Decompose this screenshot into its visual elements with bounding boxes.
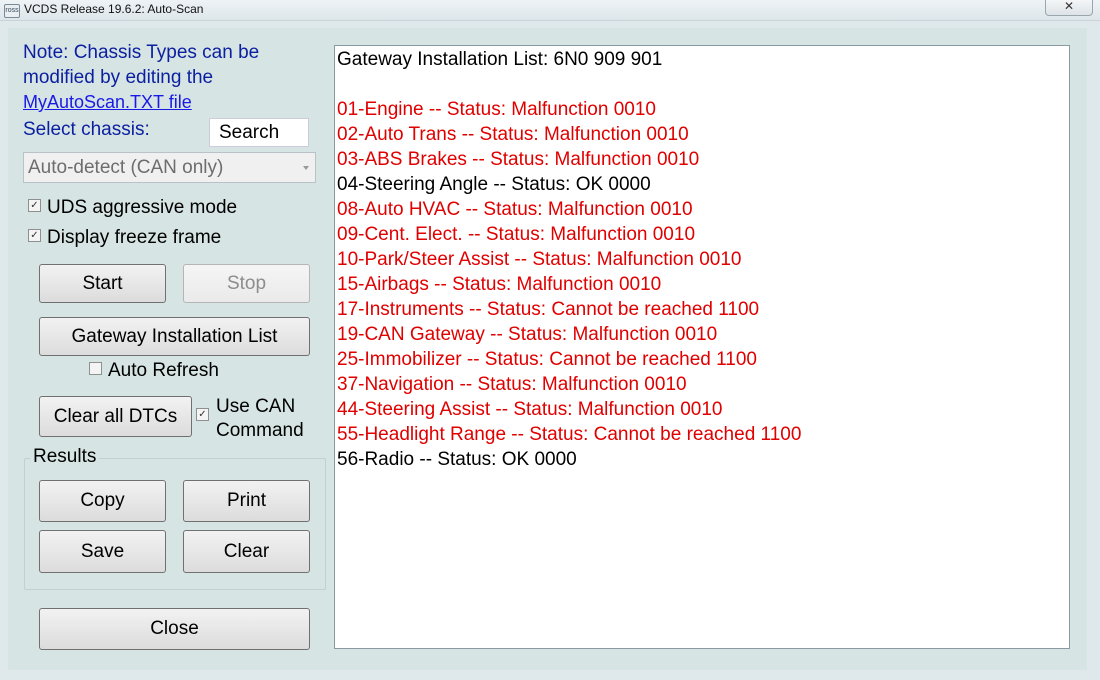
freeze-frame-checkbox[interactable]: ✓ <box>28 229 41 243</box>
chassis-select-value: Auto-detect (CAN only) <box>28 157 224 178</box>
chassis-select[interactable]: Auto-detect (CAN only) <box>23 152 316 183</box>
result-line: 19-CAN Gateway -- Status: Malfunction 00… <box>337 324 718 345</box>
result-line: 09-Cent. Elect. -- Status: Malfunction 0… <box>337 224 696 245</box>
gateway-installation-list-button[interactable]: Gateway Installation List <box>39 317 310 356</box>
use-can-line-1: Use CAN <box>216 396 296 417</box>
results-group-title: Results <box>30 446 100 468</box>
auto-refresh-label: Auto Refresh <box>108 360 219 381</box>
window-title: VCDS Release 19.6.2: Auto-Scan <box>24 2 204 16</box>
search-input[interactable]: Search <box>209 118 309 147</box>
myautoscan-link[interactable]: MyAutoScan.TXT file <box>23 92 192 113</box>
start-button[interactable]: Start <box>39 264 166 303</box>
freeze-frame-row[interactable]: ✓ Display freeze frame <box>28 227 221 249</box>
result-line: 37-Navigation -- Status: Malfunction 001… <box>337 374 687 395</box>
result-line: 01-Engine -- Status: Malfunction 0010 <box>337 99 656 120</box>
clear-all-dtcs-button[interactable]: Clear all DTCs <box>39 396 192 437</box>
uds-aggressive-label: UDS aggressive mode <box>47 197 238 218</box>
chevron-down-icon <box>303 166 309 170</box>
result-line: 17-Instruments -- Status: Cannot be reac… <box>337 299 760 320</box>
uds-aggressive-checkbox[interactable]: ✓ <box>28 199 41 213</box>
use-can-line-2: Command <box>216 420 304 441</box>
save-button[interactable]: Save <box>39 530 166 573</box>
copy-button[interactable]: Copy <box>39 480 166 522</box>
result-line: 56-Radio -- Status: OK 0000 <box>337 449 577 470</box>
title-bar: ross VCDS Release 19.6.2: Auto-Scan ✕ <box>0 0 1100 21</box>
use-can-checkbox[interactable]: ✓ <box>196 408 209 422</box>
result-line: 02-Auto Trans -- Status: Malfunction 001… <box>337 124 689 145</box>
results-header: Gateway Installation List: 6N0 909 901 <box>337 49 663 70</box>
result-line: 15-Airbags -- Status: Malfunction 0010 <box>337 274 662 295</box>
chassis-note: Note: Chassis Types can be modified by e… <box>23 40 323 90</box>
result-line: 03-ABS Brakes -- Status: Malfunction 001… <box>337 149 700 170</box>
result-line: 04-Steering Angle -- Status: OK 0000 <box>337 174 651 195</box>
window-edge <box>1087 28 1100 680</box>
stop-button[interactable]: Stop <box>183 264 310 303</box>
print-button[interactable]: Print <box>183 480 310 522</box>
result-line: 25-Immobilizer -- Status: Cannot be reac… <box>337 349 757 370</box>
window-close-button[interactable]: ✕ <box>1045 0 1093 16</box>
result-line: 08-Auto HVAC -- Status: Malfunction 0010 <box>337 199 693 220</box>
note-line-2: modified by editing the <box>23 67 214 88</box>
result-line: 44-Steering Assist -- Status: Malfunctio… <box>337 399 723 420</box>
select-chassis-label: Select chassis: <box>23 119 150 140</box>
use-can-label: Use CAN Command <box>216 395 304 443</box>
uds-aggressive-row[interactable]: ✓ UDS aggressive mode <box>28 197 237 219</box>
clear-button[interactable]: Clear <box>183 530 310 573</box>
auto-refresh-checkbox[interactable] <box>89 362 102 376</box>
use-can-checkbox-wrap[interactable]: ✓ <box>196 408 215 426</box>
freeze-frame-label: Display freeze frame <box>47 227 222 248</box>
result-line: 10-Park/Steer Assist -- Status: Malfunct… <box>337 249 742 270</box>
result-line: 55-Headlight Range -- Status: Cannot be … <box>337 424 802 445</box>
close-button[interactable]: Close <box>39 608 310 650</box>
note-line-1: Note: Chassis Types can be <box>23 42 260 63</box>
auto-refresh-row[interactable]: Auto Refresh <box>89 360 219 382</box>
app-icon: ross <box>4 4 20 18</box>
